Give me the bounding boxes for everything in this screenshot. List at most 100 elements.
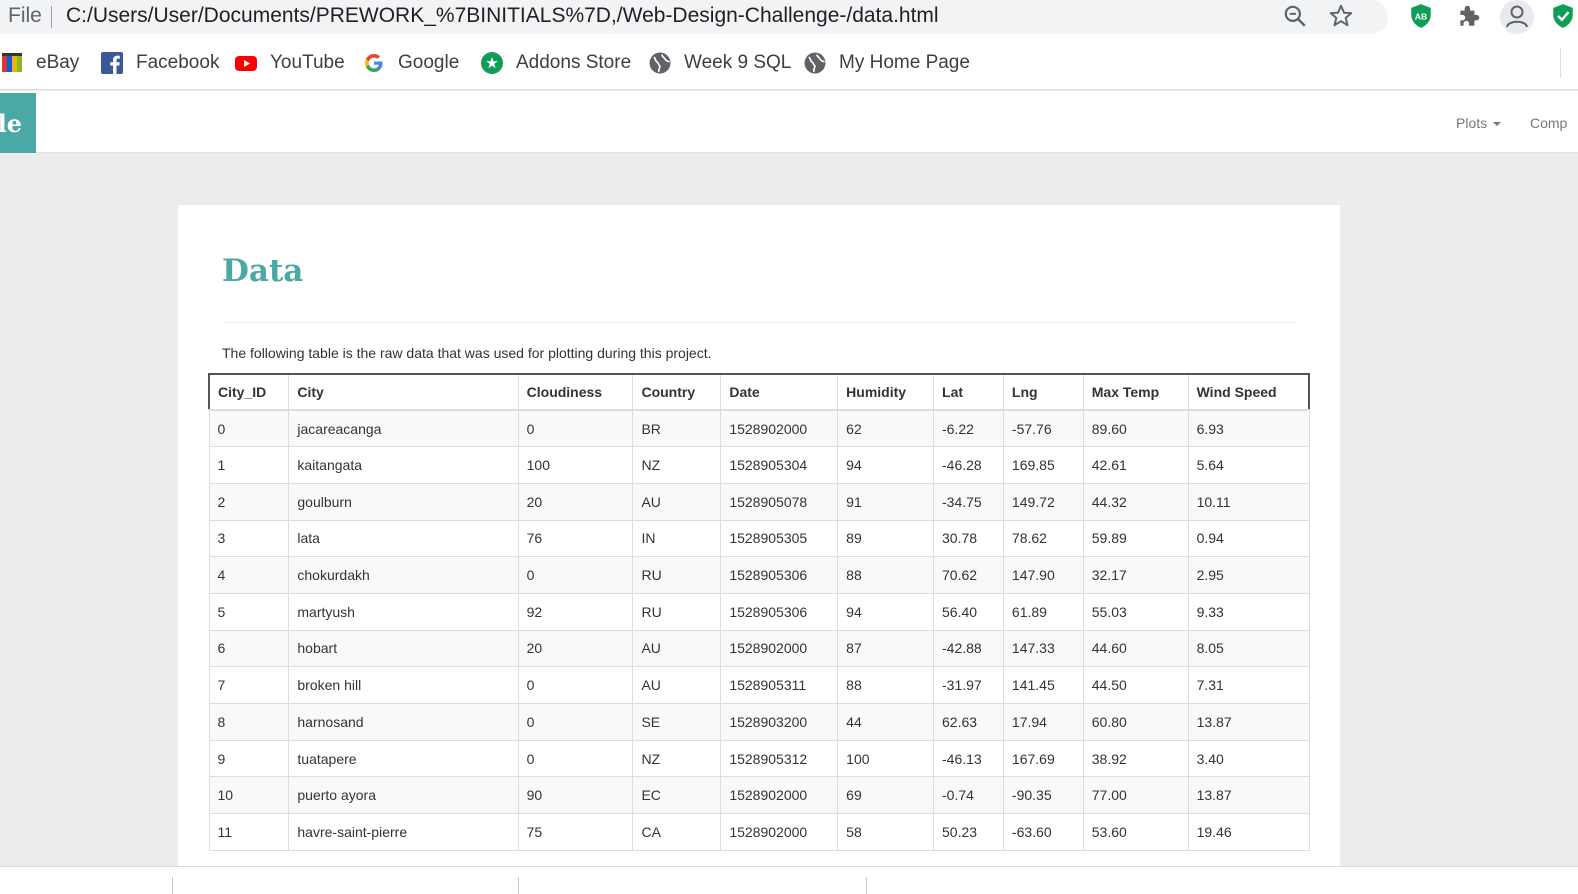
- comp-label: Comp: [1530, 115, 1568, 131]
- table-cell: 8.05: [1187, 629, 1310, 668]
- table-cell: 38.92: [1082, 739, 1189, 778]
- youtube-icon: [235, 56, 257, 71]
- table-cell: RU: [632, 592, 722, 631]
- address-bar[interactable]: i File C:/Users/User/Documents/PREWORK_%…: [0, 0, 1388, 34]
- table-cell: 1528905312: [720, 739, 839, 778]
- plots-label: Plots: [1456, 115, 1488, 131]
- table-cell: puerto ayora: [288, 776, 519, 815]
- table-cell: -6.22: [933, 409, 1004, 448]
- bottom-shelf: [0, 866, 1578, 894]
- table-cell: AU: [632, 482, 722, 521]
- table-cell: 1528905304: [720, 446, 839, 484]
- table-cell: 11: [208, 813, 290, 851]
- bookmark-my-home-page[interactable]: My Home Page: [803, 50, 970, 76]
- table-cell: kaitangata: [288, 446, 519, 484]
- table-cell: 58: [837, 813, 935, 851]
- bookmark-google[interactable]: Google: [362, 50, 459, 76]
- extensions-puzzle-icon[interactable]: [1456, 3, 1482, 29]
- table-cell: 147.90: [1002, 556, 1084, 594]
- table-cell: NZ: [632, 446, 722, 484]
- table-cell: CA: [632, 813, 722, 851]
- table-cell: 59.89: [1082, 519, 1189, 558]
- table-cell: 1528905306: [720, 592, 839, 631]
- bookmark-youtube[interactable]: YouTube: [234, 50, 345, 76]
- table-cell: 76: [517, 519, 634, 558]
- browser-toolbar: i File C:/Users/User/Documents/PREWORK_%…: [0, 0, 1578, 36]
- table-cell: 1528905306: [720, 556, 839, 594]
- table-row: 4 chokurdakh 0 RU 1528905306 88 70.62 147.90 32.…: [208, 556, 1310, 594]
- table-cell: 20: [517, 482, 634, 521]
- table-cell: 1528905305: [720, 519, 839, 558]
- table-cell: SE: [632, 703, 722, 741]
- table-cell: tuatapere: [288, 739, 519, 778]
- table-cell: 75: [517, 813, 634, 851]
- table-cell: 55.03: [1082, 592, 1189, 631]
- table-cell: 78.62: [1002, 519, 1084, 558]
- bookmark-facebook[interactable]: Facebook: [100, 50, 219, 76]
- table-header-row: City_ID City Cloudiness Country Date Humidity…: [208, 373, 1310, 411]
- adblock-icon[interactable]: AB: [1408, 3, 1434, 29]
- table-cell: 8: [208, 703, 290, 741]
- table-cell: 62: [837, 409, 935, 448]
- table-cell: 44.32: [1082, 482, 1189, 521]
- table-cell: AU: [632, 629, 722, 668]
- table-cell: -46.13: [933, 739, 1004, 778]
- shelf-divider: [172, 877, 173, 894]
- profile-avatar[interactable]: [1500, 0, 1534, 34]
- adblock-label: AB: [1415, 11, 1428, 21]
- table-cell: IN: [632, 519, 722, 558]
- table-cell: 3: [208, 519, 290, 558]
- table-cell: 92: [517, 592, 634, 631]
- globe-icon: [804, 52, 826, 74]
- bookmark-addons-store[interactable]: Addons Store: [480, 50, 631, 76]
- bookmark-week-9-sql[interactable]: Week 9 SQL: [648, 50, 791, 76]
- table-row: 5 martyush 92 RU 1528905306 94 56.40 61.89 55.03…: [208, 592, 1310, 631]
- table-cell: 149.72: [1002, 482, 1084, 521]
- intro-text: The following table is the raw data that…: [222, 345, 712, 361]
- table-cell: 17.94: [1002, 703, 1084, 741]
- table-cell: -46.28: [933, 446, 1004, 484]
- table-cell: 90: [517, 776, 634, 815]
- file-scheme-label: File: [8, 4, 42, 27]
- globe-icon: [649, 52, 671, 74]
- table-cell: AU: [632, 666, 722, 704]
- table-cell: harnosand: [288, 703, 519, 741]
- url-text[interactable]: C:/Users/User/Documents/PREWORK_%7BINITI…: [66, 4, 939, 28]
- table-cell: 56.40: [933, 592, 1004, 631]
- plots-dropdown[interactable]: Plots: [1456, 115, 1502, 131]
- table-cell: 91: [837, 482, 935, 521]
- table-cell: -31.97: [933, 666, 1004, 704]
- table-cell: -0.74: [933, 776, 1004, 815]
- bookmark-ebay[interactable]: eBay: [0, 50, 79, 76]
- table-cell: 94: [837, 446, 935, 484]
- table-cell: 100: [517, 446, 634, 484]
- column-header: Lng: [1002, 373, 1084, 411]
- bookmark-label: My Home Page: [839, 52, 970, 73]
- page-title: Data: [222, 253, 304, 289]
- table-cell: 88: [837, 666, 935, 704]
- bookmarks-divider: [1560, 48, 1561, 78]
- table-cell: 0: [517, 556, 634, 594]
- table-cell: 89.60: [1082, 409, 1189, 448]
- bookmark-label: YouTube: [270, 52, 345, 73]
- zoom-icon[interactable]: [1282, 3, 1308, 29]
- nav-link-comparisons[interactable]: Comp: [1530, 115, 1567, 131]
- bookmark-star-icon[interactable]: [1328, 3, 1354, 29]
- table-cell: broken hill: [288, 666, 519, 704]
- column-header: Wind Speed: [1187, 373, 1310, 411]
- site-brand[interactable]: le: [0, 93, 36, 153]
- table-cell: 87: [837, 629, 935, 668]
- column-header: City_ID: [208, 373, 290, 411]
- table-row: 8 harnosand 0 SE 1528903200 44 62.63 17.94 60.80…: [208, 703, 1310, 741]
- table-cell: goulburn: [288, 482, 519, 521]
- table-cell: lata: [288, 519, 519, 558]
- brand-text: le: [0, 109, 22, 138]
- security-shield-icon[interactable]: [1550, 3, 1576, 29]
- table-cell: RU: [632, 556, 722, 594]
- table-cell: -34.75: [933, 482, 1004, 521]
- table-cell: 2.95: [1187, 556, 1310, 594]
- table-cell: -90.35: [1002, 776, 1084, 815]
- table-cell: chokurdakh: [288, 556, 519, 594]
- table-cell: 1: [208, 446, 290, 484]
- table-cell: 77.00: [1082, 776, 1189, 815]
